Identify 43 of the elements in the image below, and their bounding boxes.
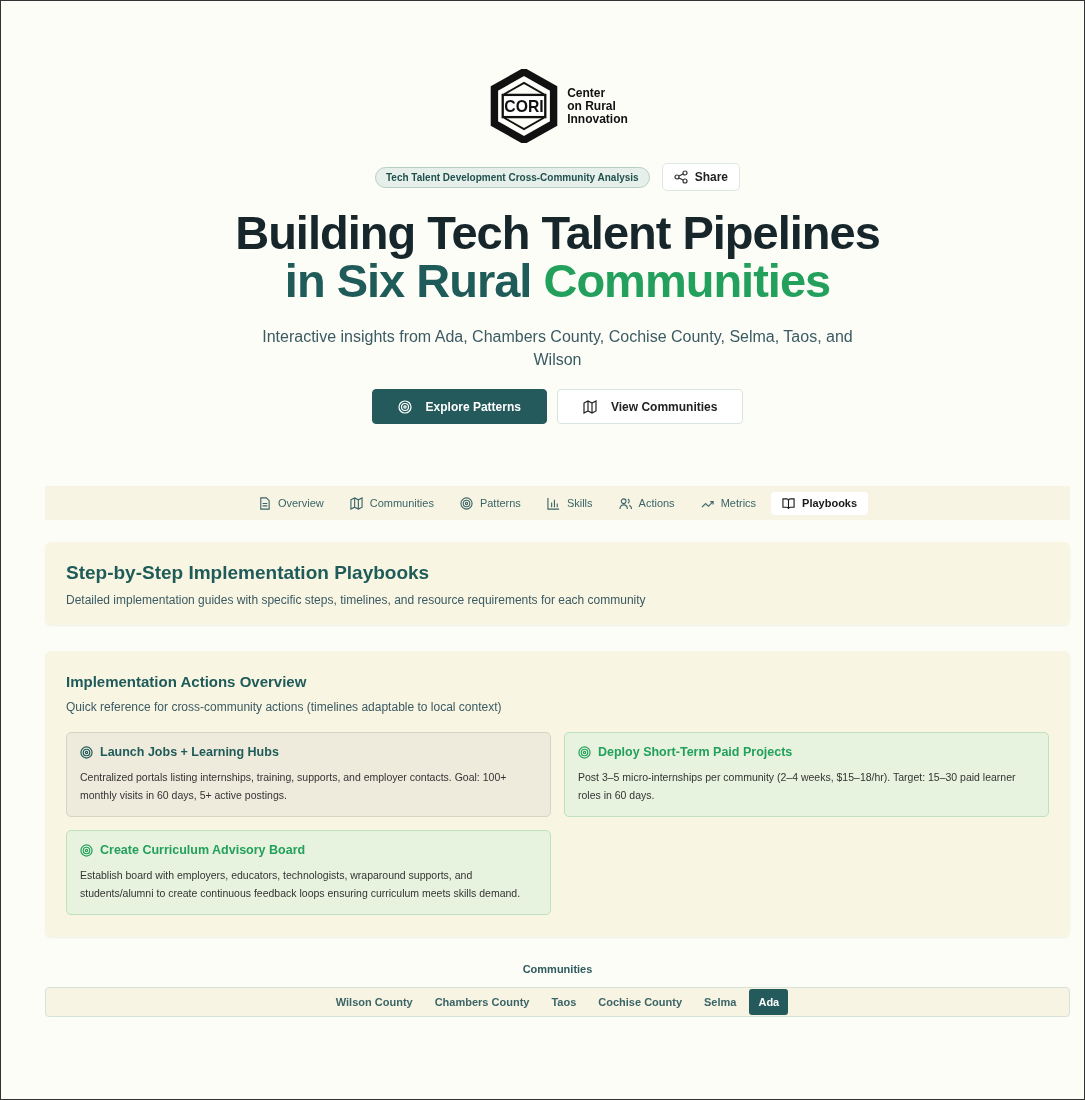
- community-tab[interactable]: Chambers County: [425, 989, 539, 1015]
- target-icon: [80, 745, 93, 759]
- nav-tab[interactable]: Actions: [607, 491, 686, 515]
- action-description: Post 3–5 micro-internships per community (2–4 weeks, $15–18/hr). Target: 15–30 paid learner roles in 60 days.: [578, 770, 1017, 803]
- community-tab[interactable]: Ada: [749, 989, 789, 1015]
- overview-title: Implementation Actions Overview: [66, 673, 308, 690]
- target-icon: [459, 496, 473, 510]
- action-description: Establish board with employers, educators, technologists, wraparound supports, and students/alumni to create continuous feedback loops ensuring curriculum meets skills demand.: [80, 868, 522, 901]
- action-title: Launch Jobs + Learning Hubs: [100, 745, 279, 759]
- section-description: Detailed implementation guides with specific steps, timelines, and resource requirements for each community: [66, 593, 647, 607]
- nav-tab[interactable]: Metrics: [689, 491, 768, 515]
- community-tab[interactable]: Taos: [542, 989, 586, 1015]
- community-tab[interactable]: Selma: [695, 989, 746, 1015]
- page-title: Building Tech Talent Pipelines in Six Rural Communities: [235, 209, 880, 305]
- community-tab[interactable]: Wilson County: [326, 989, 422, 1015]
- nav-tab[interactable]: Communities: [338, 491, 445, 515]
- action-title: Create Curriculum Advisory Board: [100, 843, 306, 857]
- view-button[interactable]: View Communities: [556, 389, 744, 424]
- subtitle: Interactive insights from Ada, Chambers County, Cochise County, Selma, Taos, and Wilson: [261, 327, 854, 370]
- people-icon: [618, 496, 632, 510]
- action-description: Centralized portals listing internships, training, supports, and employer contacts. Goal: 100+ monthly visits in 60 days, 5+ active postings.: [80, 770, 508, 803]
- nav-tab[interactable]: Overview: [246, 491, 335, 515]
- share-icon: [673, 170, 688, 184]
- document-icon: [257, 496, 271, 510]
- logo: CORI Center on Rural Innovation: [487, 69, 628, 143]
- nav-tab[interactable]: Patterns: [448, 491, 532, 515]
- share-button[interactable]: Share: [661, 163, 740, 191]
- overview-description: Quick reference for cross-community actions (timelines adaptable to local context): [66, 700, 503, 714]
- target-icon: [80, 843, 93, 857]
- nav-tab[interactable]: Skills: [535, 491, 604, 515]
- action-title: Deploy Short-Term Paid Projects: [598, 745, 793, 759]
- map-icon: [582, 399, 597, 414]
- map-icon: [349, 496, 363, 510]
- book-icon: [782, 496, 796, 510]
- communities-label: Communities: [521, 963, 594, 975]
- target-icon: [578, 745, 591, 759]
- community-tab[interactable]: Cochise County: [589, 989, 691, 1015]
- explore-button[interactable]: Explore Patterns: [371, 389, 547, 424]
- bars-icon: [546, 496, 560, 510]
- nav-tab[interactable]: Playbooks: [771, 491, 869, 515]
- target-icon: [397, 399, 412, 414]
- page-badge: Tech Talent Development Cross-Community Analysis: [375, 166, 650, 188]
- section-title: Step-by-Step Implementation Playbooks: [66, 562, 431, 584]
